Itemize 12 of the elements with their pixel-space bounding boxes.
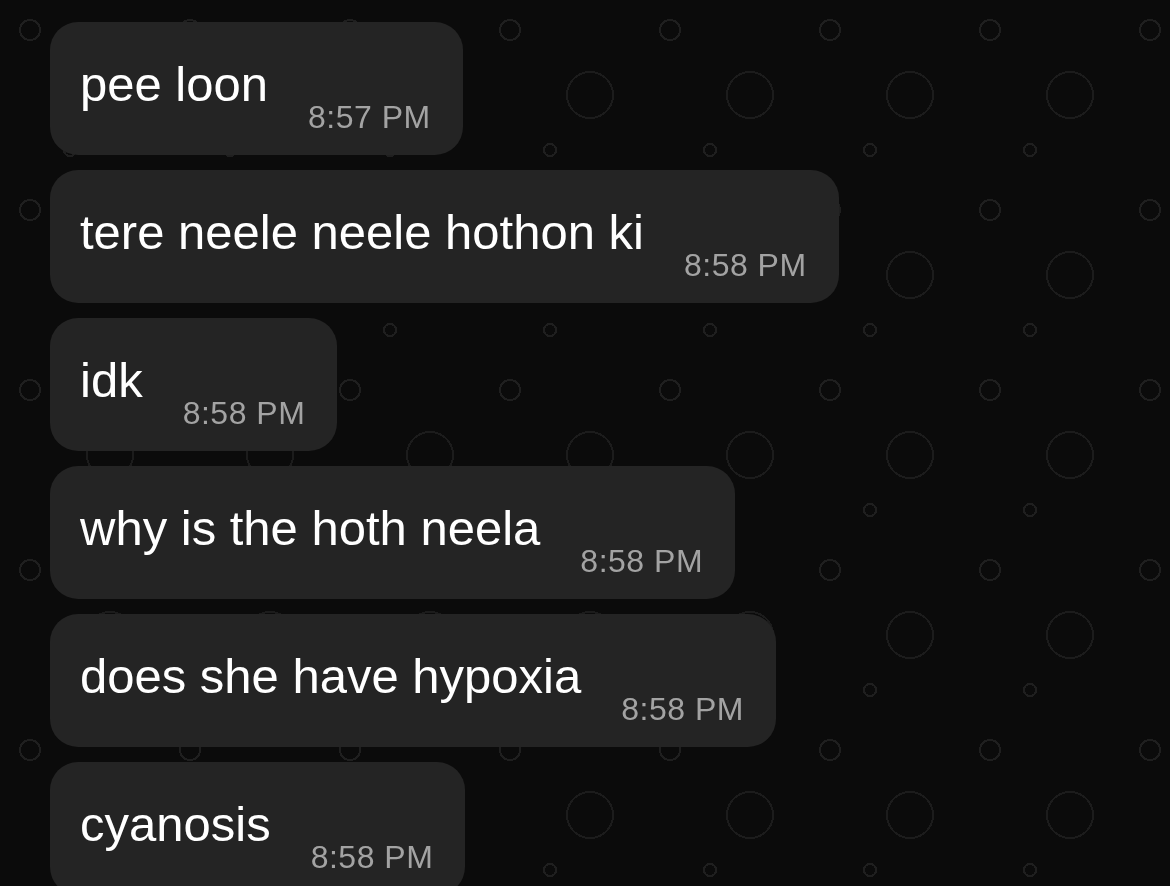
message-text: pee loon bbox=[80, 56, 268, 113]
message-time: 8:58 PM bbox=[310, 839, 434, 875]
message-time: 8:58 PM bbox=[182, 395, 306, 431]
message-text: why is the hoth neela bbox=[80, 500, 541, 557]
message-text: cyanosis bbox=[80, 796, 271, 853]
message-time: 8:58 PM bbox=[683, 247, 807, 283]
message-time: 8:57 PM bbox=[308, 99, 431, 135]
message-text: does she have hypoxia bbox=[80, 648, 582, 705]
message-text: tere neele neele hothon ki bbox=[80, 204, 644, 261]
message-text: idk bbox=[80, 352, 143, 409]
message-time: 8:58 PM bbox=[621, 691, 744, 727]
message-time: 8:58 PM bbox=[580, 543, 704, 579]
